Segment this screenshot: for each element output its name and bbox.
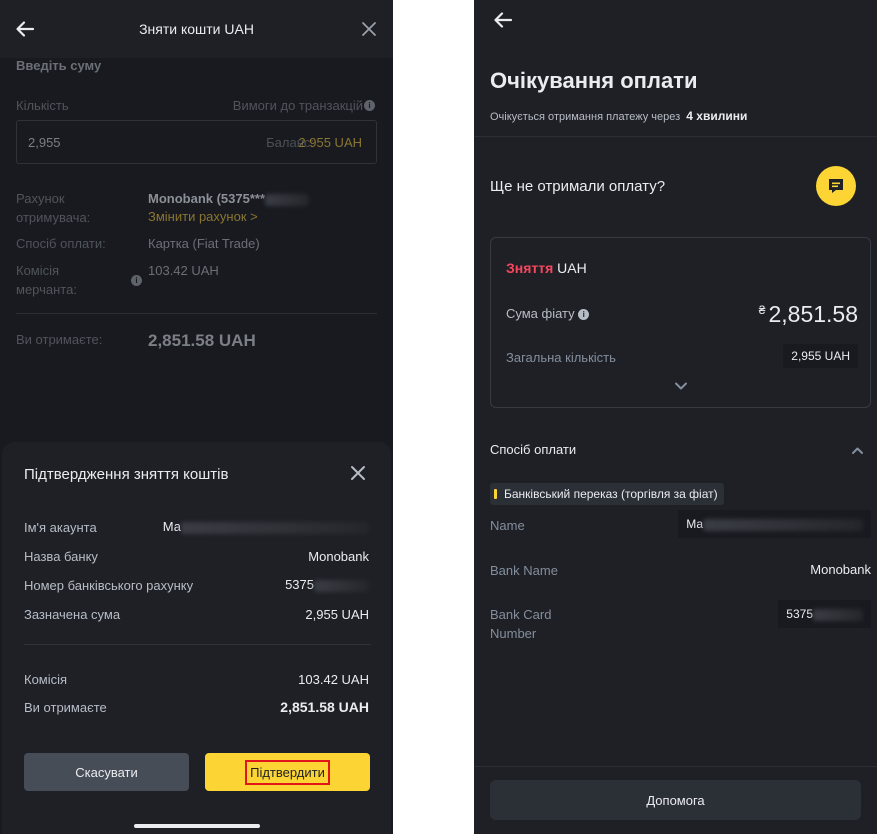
change-account-link[interactable]: Змінити рахунок > xyxy=(148,207,258,226)
payment-method-value: Картка (Fiat Trade) xyxy=(148,236,260,251)
card-number-label: Bank Card Number xyxy=(490,607,552,641)
card-number-value[interactable]: 5375 xyxy=(778,600,871,628)
name-label: Name xyxy=(490,518,525,533)
recipient-value: Monobank (5375*** xyxy=(148,189,310,208)
confirm-button-label: Підтвердити xyxy=(245,759,330,785)
awaiting-payment-screen: Очікування оплати Очікується отримання п… xyxy=(474,0,877,834)
page-title: Очікування оплати xyxy=(490,68,698,93)
countdown-text: Очікується отримання платежу через 4 хви… xyxy=(490,109,748,123)
requirements-link[interactable]: Вимоги до транзакцій xyxy=(233,96,363,115)
bank-name-value: Monobank xyxy=(308,549,369,564)
receive-value: 2,851.58 UAH xyxy=(148,331,256,350)
divider xyxy=(16,313,377,314)
amount-value: 2,955 xyxy=(28,135,61,150)
total-amount-value: 2,955 UAH xyxy=(783,344,858,368)
payment-method-label: Спосіб оплати: xyxy=(16,236,106,251)
fiat-amount-label: Сума фіату i xyxy=(506,306,590,321)
chevron-down-icon[interactable] xyxy=(674,381,688,391)
withdraw-screen: Зняти кошти UAH Введіть суму Кількість В… xyxy=(0,0,393,834)
info-icon[interactable]: i xyxy=(364,100,375,111)
total-amount-label: Загальна кількість xyxy=(506,350,616,365)
order-title: Зняття UAH xyxy=(506,260,587,276)
back-arrow-icon[interactable] xyxy=(492,9,514,31)
recipient-label: Рахунок отримувача: xyxy=(16,191,91,225)
account-name-value: Ма xyxy=(163,519,369,534)
close-icon[interactable] xyxy=(350,465,366,481)
home-indicator xyxy=(134,824,260,828)
chat-icon xyxy=(829,179,843,193)
section-label: Введіть суму xyxy=(16,58,102,73)
chat-button[interactable] xyxy=(816,166,856,206)
account-number-value: 5375 xyxy=(285,577,369,592)
confirm-sheet: Підтвердження зняття коштів Ім'я акаунта… xyxy=(2,442,391,834)
not-received-question: Ще не отримали оплату? xyxy=(490,178,666,195)
balance-value: 2 955 UAH xyxy=(298,135,362,150)
account-name-label: Ім'я акаунта xyxy=(24,520,97,535)
receive-label: Ви отримаєте: xyxy=(16,332,103,347)
confirm-button[interactable]: Підтвердити xyxy=(205,753,370,791)
order-card: Зняття UAH Сума фіату i ₴ 2,851.58 Загаль… xyxy=(490,237,871,408)
chevron-up-icon[interactable] xyxy=(851,446,864,455)
info-icon[interactable]: i xyxy=(131,275,142,286)
info-icon: i xyxy=(578,309,590,320)
receive-value: 2,851.58 UAH xyxy=(280,699,369,715)
amount-label: Кількість xyxy=(16,98,69,113)
divider xyxy=(474,136,877,137)
bank-name-label: Bank Name xyxy=(490,563,558,578)
divider xyxy=(24,644,371,645)
cancel-button[interactable]: Скасувати xyxy=(24,753,189,791)
merchant-fee-label: Комісія мерчанта: xyxy=(16,263,77,297)
specified-amount-label: Зазначена сума xyxy=(24,607,121,622)
fiat-amount-value: ₴ 2,851.58 xyxy=(758,301,858,327)
name-value[interactable]: Ма xyxy=(678,510,871,538)
fee-label: Комісія xyxy=(24,672,68,687)
help-button[interactable]: Допомога xyxy=(490,780,861,820)
amount-input[interactable]: 2,955 Баланс: 2 955 UAH xyxy=(16,120,377,164)
bank-name-label: Назва банку xyxy=(24,549,98,564)
countdown-time: 4 хвилини xyxy=(686,109,748,123)
merchant-fee-value: 103.42 UAH xyxy=(148,263,219,278)
divider xyxy=(474,766,877,767)
payment-method-heading: Спосіб оплати xyxy=(490,442,577,457)
payment-method-badge: Банківський переказ (торгівля за фіат) xyxy=(490,483,724,505)
specified-amount-value: 2,955 UAH xyxy=(305,607,369,622)
account-number-label: Номер банківського рахунку xyxy=(24,578,194,593)
fee-value: 103.42 UAH xyxy=(298,672,369,687)
receive-label: Ви отримаєте xyxy=(24,700,107,715)
bank-name-value: Monobank xyxy=(810,562,871,577)
sheet-title: Підтвердження зняття коштів xyxy=(24,466,229,483)
